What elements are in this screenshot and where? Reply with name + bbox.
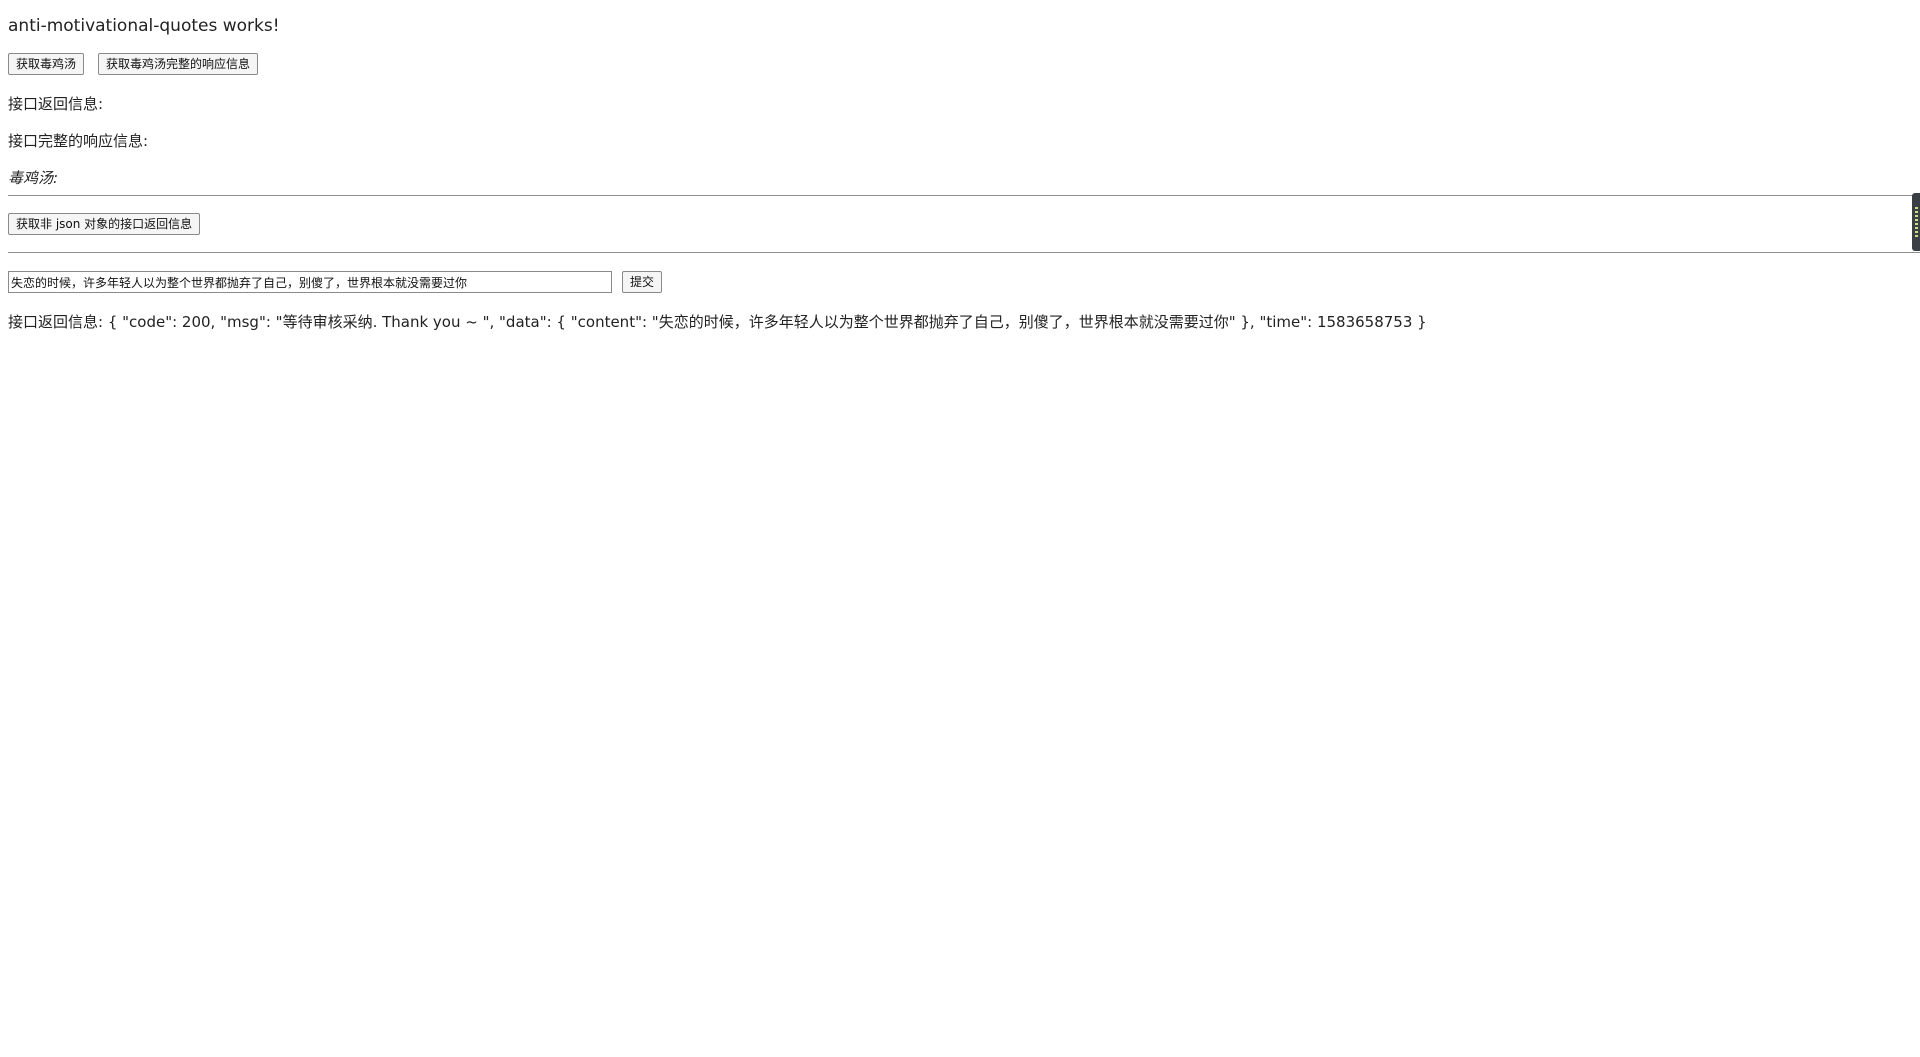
quote-input[interactable] [8, 271, 612, 293]
get-non-json-button[interactable]: 获取非 json 对象的接口返回信息 [8, 213, 201, 235]
handle-grip-icon [1914, 207, 1918, 209]
api-return-label: 接口返回信息: [8, 95, 104, 113]
submit-form: 提交 [8, 271, 663, 293]
quote-label: 毒鸡汤: [8, 169, 59, 187]
get-quote-button[interactable]: 获取毒鸡汤 [8, 53, 85, 75]
page: anti-motivational-quotes works! 获取毒鸡汤 获取… [0, 0, 1920, 1057]
side-panel-handle[interactable] [1912, 193, 1920, 251]
submit-button[interactable]: 提交 [622, 271, 663, 293]
divider-bottom [8, 252, 1920, 253]
button-row: 获取毒鸡汤 获取毒鸡汤完整的响应信息 [8, 53, 259, 75]
non-json-section: 获取非 json 对象的接口返回信息 [8, 213, 201, 235]
get-full-response-button[interactable]: 获取毒鸡汤完整的响应信息 [98, 53, 259, 75]
api-response-text: 接口返回信息: { "code": 200, "msg": "等待审核采纳. T… [8, 313, 1427, 331]
page-title: anti-motivational-quotes works! [8, 16, 280, 36]
divider-top [8, 195, 1920, 196]
full-response-label: 接口完整的响应信息: [8, 132, 149, 150]
